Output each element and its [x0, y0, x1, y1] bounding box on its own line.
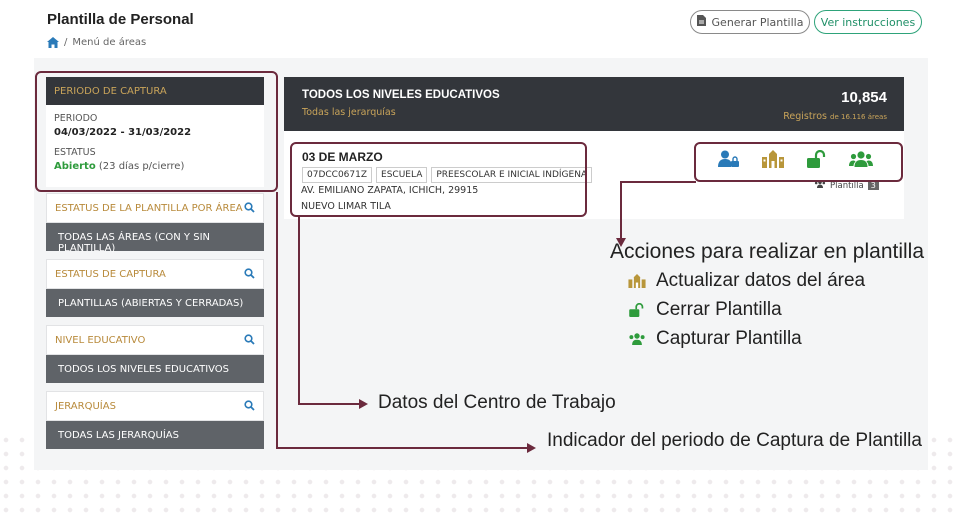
legend-update-area-text: Actualizar datos del área: [656, 270, 866, 291]
actions-caption: Acciones para realizar en plantilla: [610, 240, 925, 263]
filter-selected-value[interactable]: PLANTILLAS (ABIERTAS Y CERRADAS): [46, 289, 264, 317]
search-icon[interactable]: [244, 202, 255, 213]
filter-education-level: NIVEL EDUCATIVO TODOS LOS NIVELES EDUCAT…: [46, 325, 264, 383]
generate-template-label: Generar Plantilla: [711, 15, 804, 29]
filter-plantilla-status: ESTATUS DE LA PLANTILLA POR ÁREA TODAS L…: [46, 193, 264, 254]
results-title: TODOS LOS NIVELES EDUCATIVOS: [302, 89, 500, 101]
filter-title: NIVEL EDUCATIVO: [55, 335, 146, 346]
filter-capture-status: ESTATUS DE CAPTURA PLANTILLAS (ABIERTAS …: [46, 259, 264, 317]
search-icon[interactable]: [244, 400, 255, 411]
period-connector-line: [276, 192, 278, 449]
filter-title: ESTATUS DE LA PLANTILLA POR ÁREA: [55, 203, 243, 214]
school-connector-line: [298, 403, 360, 405]
school-data-highlight-box: [290, 142, 587, 217]
results-header: TODOS LOS NIVELES EDUCATIVOS Todas las j…: [284, 77, 904, 131]
filter-selected-value[interactable]: TODAS LAS ÁREAS (CON Y SIN PLANTILLA): [46, 223, 264, 254]
filter-heading[interactable]: ESTATUS DE CAPTURA: [46, 259, 264, 289]
search-icon[interactable]: [244, 268, 255, 279]
legend-update-area: Actualizar datos del área: [628, 270, 865, 292]
search-icon[interactable]: [244, 334, 255, 345]
filter-heading[interactable]: ESTATUS DE LA PLANTILLA POR ÁREA: [46, 193, 264, 223]
filter-selected-value[interactable]: TODAS LAS JERARQUÍAS: [46, 421, 264, 449]
breadcrumb: / Menú de áreas: [47, 37, 146, 48]
results-subtitle: Todas las jerarquías: [302, 107, 396, 118]
actions-connector-line: [620, 181, 696, 183]
filter-selected-value[interactable]: TODOS LOS NIVELES EDUCATIVOS: [46, 355, 264, 383]
legend-close-plantilla: Cerrar Plantilla: [628, 299, 782, 321]
school-data-caption: Datos del Centro de Trabajo: [378, 392, 616, 413]
breadcrumb-current[interactable]: Menú de áreas: [72, 37, 146, 48]
school-arrowhead: [359, 399, 368, 409]
view-instructions-button[interactable]: Ver instrucciones: [814, 10, 922, 34]
actions-highlight-box: [694, 142, 903, 182]
page-header: Plantilla de Personal / Menú de áreas Ge…: [34, 0, 928, 58]
home-icon[interactable]: [47, 37, 59, 48]
filter-hierarchies: JERARQUÍAS TODAS LAS JERARQUÍAS: [46, 391, 264, 449]
users-icon: [628, 331, 646, 347]
filter-heading[interactable]: NIVEL EDUCATIVO: [46, 325, 264, 355]
records-label: Registros de 16.116 áreas: [783, 111, 887, 122]
period-arrowhead: [527, 443, 536, 453]
filter-title: ESTATUS DE CAPTURA: [55, 269, 166, 280]
unlock-icon: [628, 302, 646, 318]
file-icon: [696, 15, 706, 29]
breadcrumb-separator: /: [64, 37, 68, 48]
period-indicator-caption: Indicador del periodo de Captura de Plan…: [547, 430, 922, 451]
legend-capture-plantilla: Capturar Plantilla: [628, 328, 802, 350]
building-icon: [628, 273, 646, 289]
actions-connector-line: [620, 181, 622, 241]
records-count: 10,854: [841, 89, 887, 106]
filter-heading[interactable]: JERARQUÍAS: [46, 391, 264, 421]
period-connector-line: [276, 447, 528, 449]
legend-capture-plantilla-text: Capturar Plantilla: [656, 328, 802, 349]
filter-title: JERARQUÍAS: [55, 401, 116, 412]
plantilla-count: 3: [867, 181, 879, 190]
school-connector-line: [298, 216, 300, 404]
period-highlight-box: [35, 71, 278, 192]
legend-close-plantilla-text: Cerrar Plantilla: [656, 299, 782, 320]
generate-template-button[interactable]: Generar Plantilla: [690, 10, 810, 34]
areas-note: de 16.116 áreas: [830, 113, 887, 121]
plantilla-label: Plantilla: [830, 180, 864, 191]
page-title: Plantilla de Personal: [47, 11, 194, 28]
records-text: Registros: [783, 111, 828, 122]
